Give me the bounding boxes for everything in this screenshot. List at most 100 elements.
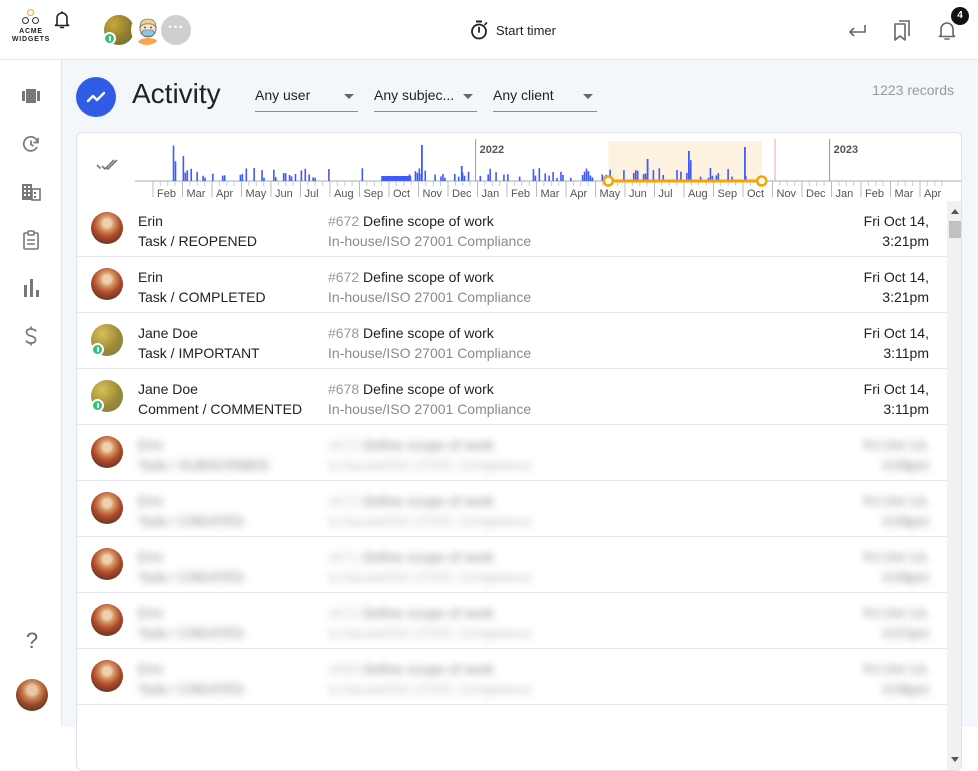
activity-bar[interactable] (532, 169, 535, 181)
activity-bar[interactable] (172, 145, 175, 181)
task-title-link[interactable]: Define scope of work (363, 493, 494, 509)
activity-bar[interactable] (221, 175, 224, 181)
activity-bar[interactable] (467, 171, 470, 181)
activity-bar[interactable] (304, 168, 307, 181)
activity-bar[interactable] (223, 175, 226, 181)
activity-bar[interactable] (460, 166, 463, 181)
user-avatar[interactable] (91, 604, 123, 636)
activity-bar[interactable] (658, 168, 661, 181)
activity-bar[interactable] (186, 170, 189, 181)
activity-bar[interactable] (434, 174, 436, 181)
activity-row[interactable]: Erin Task / CREATED #672 Define scope of w… (77, 481, 947, 537)
sidebar-item-clients[interactable] (19, 180, 43, 204)
activity-bar[interactable] (282, 173, 285, 181)
activity-bar[interactable] (245, 168, 248, 181)
task-title-link[interactable]: Define scope of work (363, 269, 494, 285)
activity-bar[interactable] (300, 170, 303, 181)
start-timer-button[interactable]: Start timer (470, 18, 556, 42)
activity-bar[interactable] (583, 171, 586, 181)
activity-bar[interactable] (212, 173, 214, 181)
activity-bar[interactable] (294, 173, 297, 181)
activity-bar[interactable] (538, 168, 541, 181)
user-avatar[interactable] (91, 324, 123, 356)
more-team-members-button[interactable]: ··· (160, 14, 192, 46)
activity-bar[interactable] (652, 170, 655, 181)
activity-bar[interactable] (253, 168, 255, 181)
activity-bar[interactable] (414, 171, 417, 181)
acme-widgets-logo[interactable]: ACME WIDGETS (8, 9, 54, 51)
subject-filter-select[interactable]: Any subjec... (374, 82, 477, 112)
client-filter-select[interactable]: Any client (493, 82, 597, 112)
task-title-link[interactable]: Define scope of work (363, 661, 494, 677)
activity-bar[interactable] (190, 168, 193, 181)
activity-bar[interactable] (709, 168, 712, 181)
user-avatar[interactable] (91, 212, 123, 244)
activity-bar[interactable] (204, 177, 206, 181)
scroll-thumb[interactable] (949, 221, 961, 238)
activity-row[interactable]: Erin Task / CREATED #669 Define scope of w… (77, 649, 947, 705)
task-title-link[interactable]: Define scope of work (363, 381, 494, 397)
activity-bar[interactable] (275, 177, 277, 181)
activity-bar[interactable] (261, 170, 263, 181)
activity-row[interactable]: Jane Doe Task / IMPORTANT #678 Define scop… (77, 313, 947, 369)
activity-bar[interactable] (239, 174, 242, 181)
activity-bar[interactable] (184, 172, 187, 181)
user-avatar[interactable] (91, 436, 123, 468)
activity-bar[interactable] (548, 175, 550, 181)
sidebar-item-reports[interactable] (19, 276, 43, 300)
help-button[interactable]: ? (20, 628, 44, 654)
sidebar-item-activity[interactable] (19, 132, 43, 156)
range-end-handle[interactable] (756, 175, 768, 187)
activity-bar[interactable] (442, 173, 444, 181)
sidebar-item-boards[interactable] (19, 84, 43, 108)
activity-bar[interactable] (518, 176, 521, 181)
activity-bar[interactable] (727, 169, 729, 181)
user-avatar[interactable] (91, 548, 123, 580)
user-avatar[interactable] (91, 660, 123, 692)
activity-bar[interactable] (421, 145, 423, 181)
task-title-link[interactable]: Define scope of work (363, 325, 494, 341)
activity-bar[interactable] (591, 177, 594, 181)
activity-bar[interactable] (688, 151, 690, 181)
range-start-handle[interactable] (602, 175, 615, 187)
activity-bar[interactable] (479, 175, 482, 181)
activity-bar[interactable] (744, 147, 746, 181)
activity-bar[interactable] (174, 161, 177, 181)
activity-timeline[interactable]: Feb Mar Apr May Jun Jul Aug Sep Oct Nov Dec Jan Feb M… (77, 133, 961, 201)
task-title-link[interactable]: Define scope of work (363, 605, 494, 621)
activity-bar[interactable] (507, 174, 509, 181)
activity-bar[interactable] (284, 173, 287, 181)
user-avatar[interactable] (91, 380, 123, 412)
activity-bar[interactable] (587, 171, 590, 181)
list-scrollbar[interactable] (947, 201, 961, 770)
activity-row[interactable]: Erin Task / CREATED #670 Define scope of w… (77, 593, 947, 649)
undo-icon[interactable] (846, 18, 868, 42)
activity-bar[interactable] (544, 173, 547, 181)
activity-bar[interactable] (636, 170, 639, 181)
activity-bar[interactable] (489, 168, 491, 181)
activity-bar[interactable] (556, 177, 558, 181)
activity-bar[interactable] (288, 175, 291, 181)
activity-bar[interactable] (241, 174, 244, 181)
activity-bar[interactable] (418, 168, 421, 181)
activity-bar[interactable] (487, 174, 489, 181)
activity-bar[interactable] (453, 173, 456, 181)
activity-bar[interactable] (552, 172, 554, 181)
activity-bar[interactable] (646, 159, 649, 181)
current-user-avatar[interactable] (16, 679, 48, 711)
activity-bar[interactable] (570, 177, 572, 181)
activity-bar[interactable] (328, 169, 330, 181)
activity-bar[interactable] (424, 170, 427, 181)
activity-bar[interactable] (182, 156, 185, 181)
activity-bar[interactable] (444, 177, 446, 181)
activity-bar[interactable] (308, 174, 311, 181)
mark-all-read-icon[interactable] (95, 157, 119, 173)
sidebar-item-tasks[interactable] (19, 228, 43, 252)
task-title-link[interactable]: Define scope of work (363, 213, 494, 229)
task-title-link[interactable]: Define scope of work (363, 549, 494, 565)
activity-bar[interactable] (562, 174, 564, 181)
activity-bar[interactable] (361, 168, 364, 181)
avatar-masked-user[interactable] (131, 14, 163, 46)
activity-bar[interactable] (689, 160, 692, 181)
activity-bar[interactable] (381, 176, 412, 181)
